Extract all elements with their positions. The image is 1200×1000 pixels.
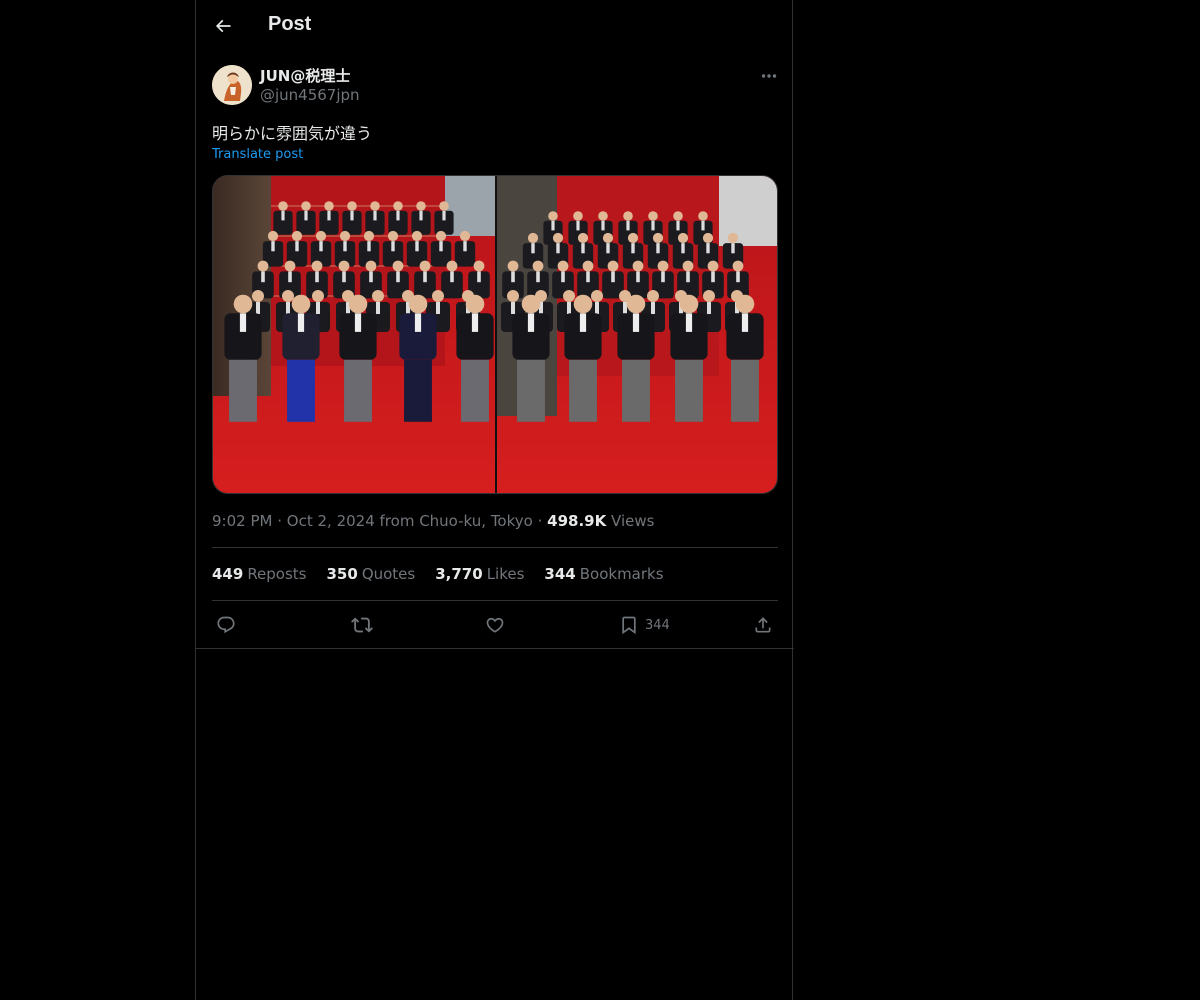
- post-date-location[interactable]: Oct 2, 2024 from Chuo-ku, Tokyo: [287, 512, 533, 530]
- avatar-image: [212, 65, 252, 105]
- photo-cabinet-comparison: [213, 176, 777, 493]
- author-handle[interactable]: @jun4567jpn: [260, 86, 360, 104]
- bookmark-count: 344: [645, 617, 670, 633]
- post-column: Post JUN@税理士 @jun4567jpn 明らかに雰囲気が違う Tran…: [195, 0, 794, 1000]
- author-display-name[interactable]: JUN@税理士: [260, 65, 350, 86]
- share-icon: [755, 617, 771, 633]
- arrow-left-icon: [215, 19, 231, 33]
- meta-separator: ·: [277, 512, 283, 530]
- repost-icon: [351, 617, 373, 633]
- post-media-image[interactable]: [212, 175, 778, 494]
- translate-post-link[interactable]: Translate post: [212, 147, 303, 162]
- bookmarks-count: 344: [544, 565, 576, 583]
- more-options-button[interactable]: [756, 66, 782, 86]
- likes-count: 3,770: [435, 565, 483, 583]
- post-bottom-border: [196, 648, 794, 649]
- divider-bottom: [212, 600, 778, 601]
- quotes-stat[interactable]: 350 Quotes: [327, 565, 416, 583]
- reply-icon: [217, 616, 235, 634]
- post-actions-bar: 344: [196, 608, 794, 642]
- meta-separator-2: ·: [537, 512, 543, 530]
- avatar[interactable]: [212, 65, 252, 105]
- post-meta-line: 9:02 PM · Oct 2, 2024 from Chuo-ku, Toky…: [212, 512, 654, 530]
- reposts-count: 449: [212, 565, 244, 583]
- heart-icon: [486, 617, 504, 633]
- post-header: Post: [196, 0, 794, 53]
- quotes-label: Quotes: [361, 565, 416, 583]
- bookmark-icon: [622, 616, 636, 635]
- reposts-label: Reposts: [247, 565, 307, 583]
- back-button[interactable]: [206, 9, 240, 43]
- repost-button[interactable]: [351, 608, 373, 642]
- views-count: 498.9K: [547, 512, 607, 530]
- quotes-count: 350: [326, 565, 358, 583]
- share-button[interactable]: [753, 608, 773, 642]
- bookmarks-label: Bookmarks: [579, 565, 664, 583]
- divider-top: [212, 547, 778, 548]
- post-time[interactable]: 9:02 PM: [212, 512, 272, 530]
- likes-stat[interactable]: 3,770 Likes: [435, 565, 524, 583]
- page-title: Post: [268, 13, 312, 35]
- views-label: Views: [611, 512, 655, 530]
- bookmark-button[interactable]: 344: [619, 608, 670, 642]
- more-horizontal-icon: [761, 74, 777, 78]
- reply-button[interactable]: [216, 608, 236, 642]
- like-button[interactable]: [485, 608, 505, 642]
- post-stats: 449 Reposts 350 Quotes 3,770 Likes 344 Bookm…: [212, 565, 664, 583]
- bookmarks-stat[interactable]: 344 Bookmarks: [544, 565, 663, 583]
- reposts-stat[interactable]: 449 Reposts: [212, 565, 307, 583]
- post-text: 明らかに雰囲気が違う: [212, 124, 373, 143]
- likes-label: Likes: [486, 565, 525, 583]
